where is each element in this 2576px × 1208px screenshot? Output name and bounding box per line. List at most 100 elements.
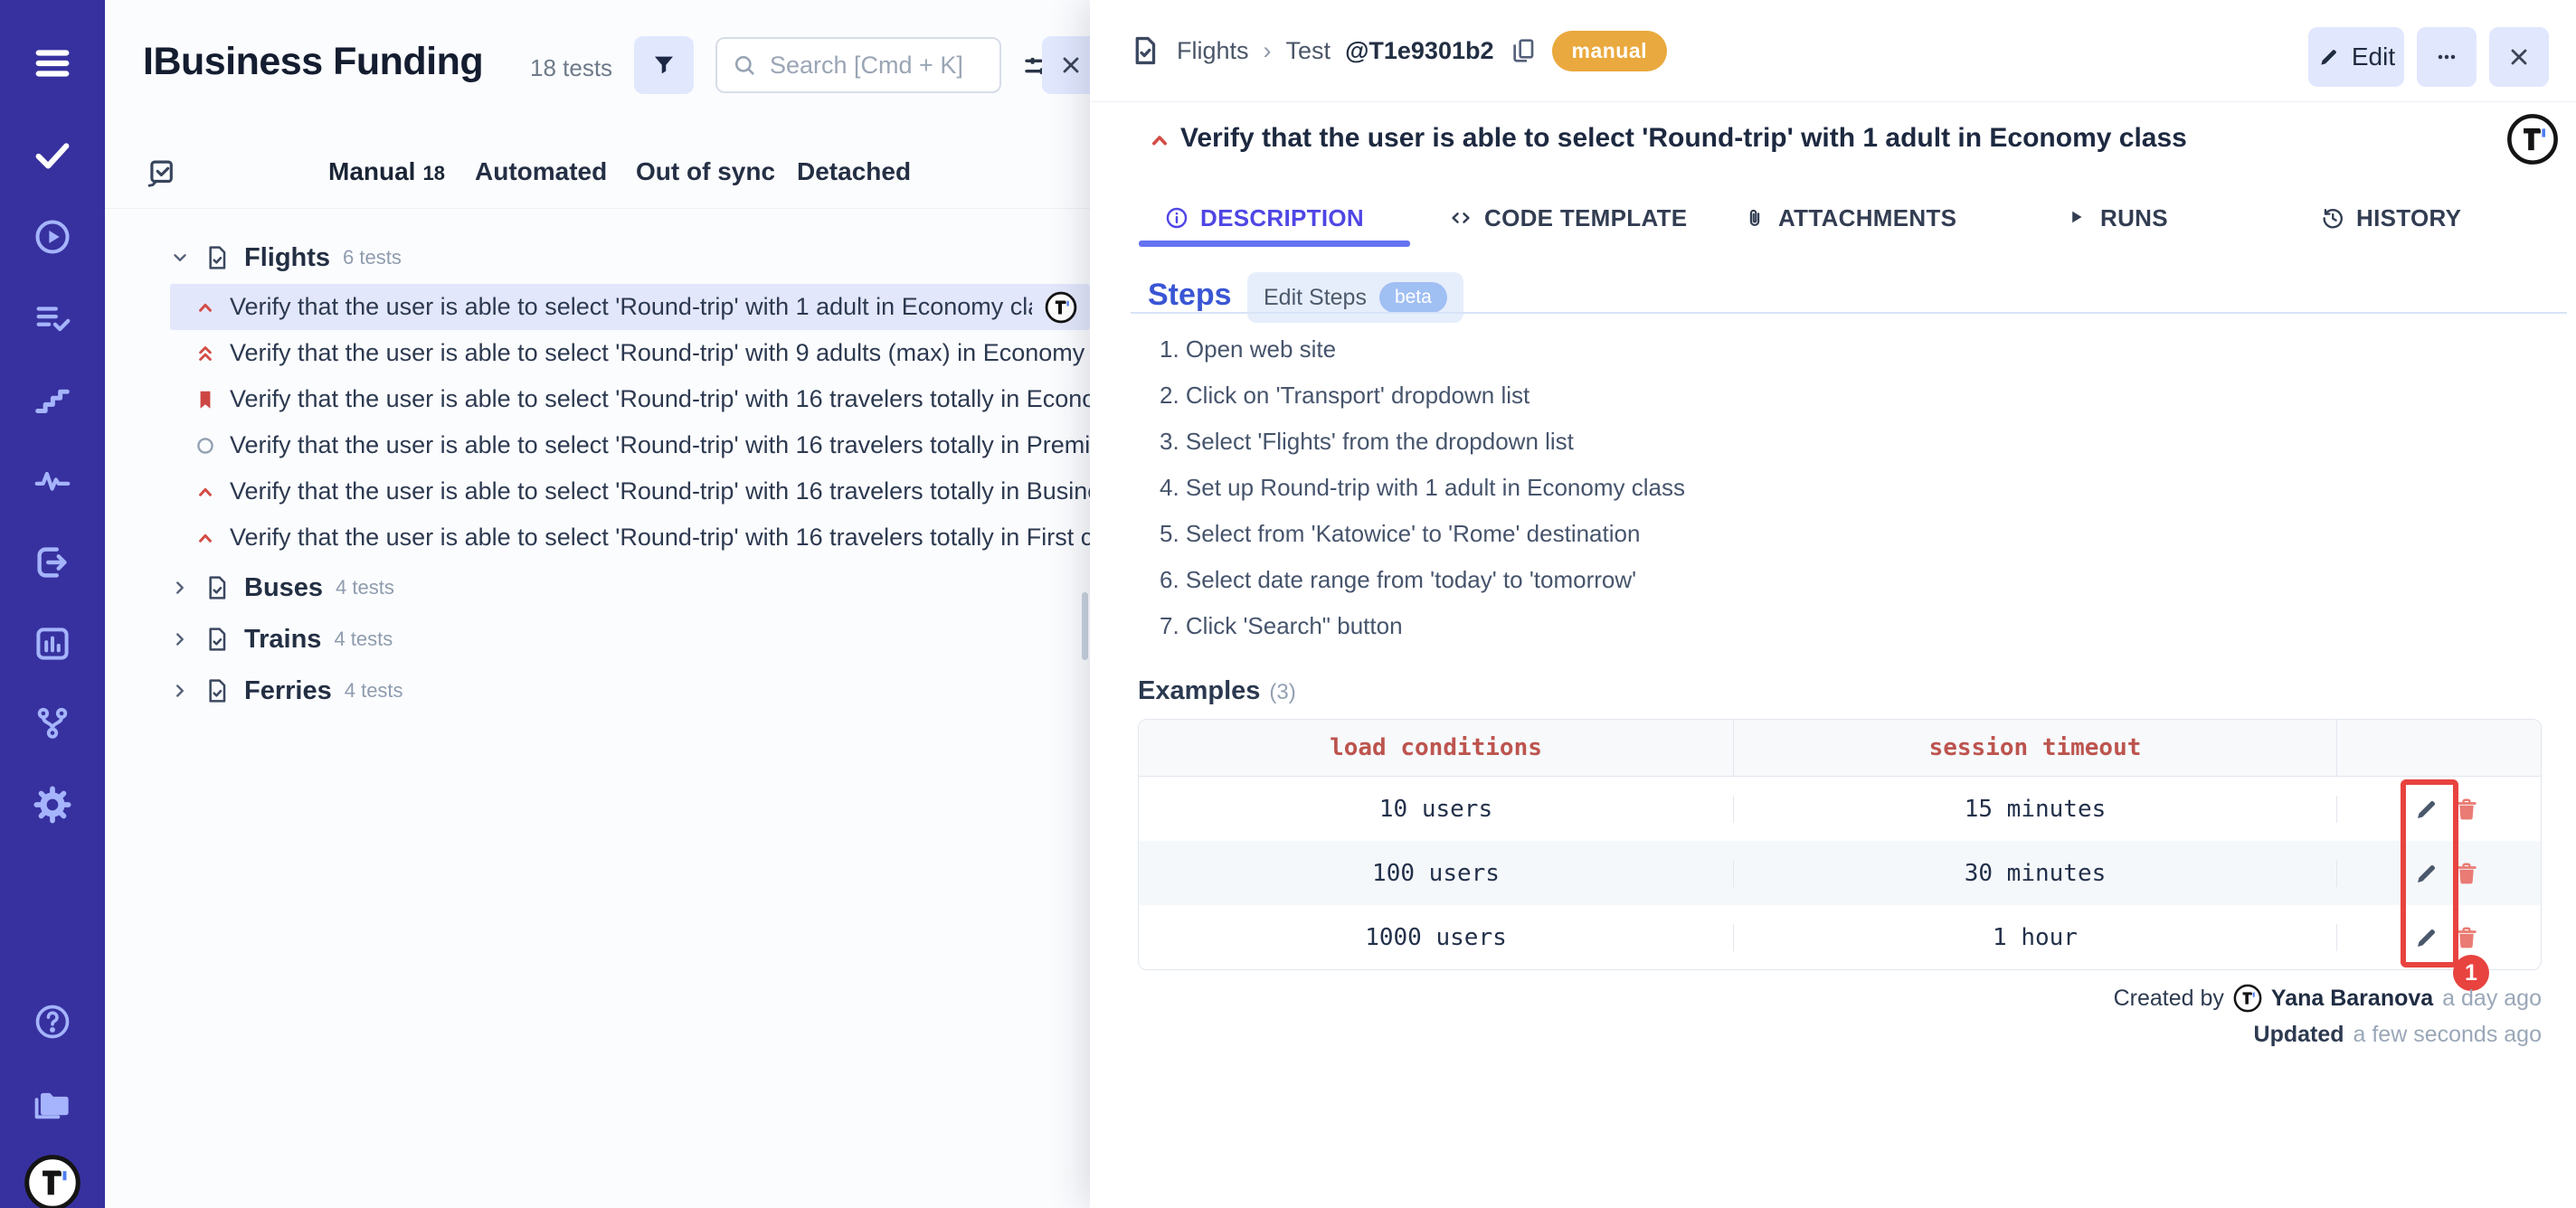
creator-name: Yana Baranova [2271, 986, 2433, 1012]
priority-high-icon [1146, 127, 1173, 154]
table-cell: 1000 users [1139, 924, 1734, 951]
sidebar-item-branches[interactable] [0, 683, 105, 764]
folder-row-flights[interactable]: Flights 6 tests [170, 234, 402, 281]
checklist-icon [32, 297, 73, 339]
tab-label: HISTORY [2356, 204, 2461, 232]
folder-label: Ferries [244, 676, 332, 706]
paperclip-icon [1742, 205, 1767, 231]
edit-row-icon[interactable] [2413, 860, 2440, 887]
sidebar-item-milestones[interactable] [0, 359, 105, 440]
tab-detached[interactable]: Detached [797, 157, 911, 192]
delete-row-icon[interactable] [2453, 860, 2480, 887]
test-row[interactable]: Verify that the user is able to select '… [170, 284, 1090, 330]
test-row[interactable]: Verify that the user is able to select '… [170, 376, 1090, 422]
sidebar-item-reports[interactable] [0, 603, 105, 684]
folder-count: 4 tests [334, 628, 393, 651]
sidebar-item-runs[interactable] [0, 196, 105, 278]
sidebar-item-plans[interactable] [0, 278, 105, 359]
sidebar-item-import[interactable] [0, 522, 105, 603]
table-row: 1000 users 1 hour [1139, 905, 2541, 969]
chevron-down-icon [170, 248, 190, 268]
tab-runs[interactable]: RUNS [2064, 203, 2168, 233]
test-row[interactable]: Verify that the user is able to select '… [170, 514, 1090, 561]
tab-history[interactable]: HISTORY [2320, 203, 2461, 233]
updated-row: Updated a few seconds ago [1728, 1018, 2542, 1051]
sidebar-item-settings[interactable] [0, 764, 105, 845]
edit-steps-button[interactable]: Edit Steps beta [1247, 272, 1463, 323]
tests-list: Verify that the user is able to select '… [170, 284, 1090, 561]
menu-button[interactable] [0, 23, 105, 104]
breadcrumb: Flights › Test @T1e9301b2 manual [1128, 0, 1667, 101]
folder-row-ferries[interactable]: Ferries 4 tests [170, 667, 403, 714]
tab-label: Detached [797, 157, 911, 186]
test-title: Verify that the user is able to select '… [230, 477, 1090, 505]
test-row[interactable]: Verify that the user is able to select '… [170, 422, 1090, 468]
sidebar-item-help[interactable] [0, 981, 105, 1062]
status-badge: manual [1552, 31, 1668, 71]
tab-description[interactable]: DESCRIPTION [1164, 203, 1364, 233]
table-row: 100 users 30 minutes [1139, 841, 2541, 905]
tab-automated[interactable]: Automated [475, 157, 607, 192]
close-icon [2506, 44, 2532, 70]
suite-panel: IBusiness Funding 18 tests Manual 18 Aut… [105, 0, 1090, 1208]
test-title: Verify that the user is able to select '… [230, 431, 1090, 459]
tab-label: Automated [475, 157, 607, 186]
examples-table-header: load conditions session timeout [1139, 720, 2541, 777]
sidebar-item-tests[interactable] [0, 115, 105, 196]
folder-label: Buses [244, 573, 323, 603]
examples-heading-label: Examples [1138, 676, 1260, 706]
created-label: Created by [2114, 986, 2224, 1012]
sign-in-icon [32, 542, 73, 583]
select-all-icon[interactable] [145, 156, 179, 190]
step-item: 3. Select 'Flights' from the dropdown li… [1160, 419, 2426, 465]
test-id: @T1e9301b2 [1345, 37, 1493, 65]
copy-icon[interactable] [1509, 36, 1538, 65]
tests-count: 18 tests [530, 54, 612, 82]
table-row: 10 users 15 minutes [1139, 777, 2541, 841]
sidebar-item-pulse[interactable] [0, 440, 105, 522]
test-row[interactable]: Verify that the user is able to select '… [170, 330, 1090, 376]
detail-close-button[interactable] [2489, 27, 2549, 87]
step-item: 5. Select from 'Katowice' to 'Rome' dest… [1160, 511, 2426, 557]
delete-row-icon[interactable] [2453, 796, 2480, 823]
test-title: Verify that the user is able to select '… [230, 385, 1090, 413]
scrollbar-thumb[interactable] [1082, 592, 1088, 660]
examples-count: (3) [1269, 680, 1295, 705]
folder-row-trains[interactable]: Trains 4 tests [170, 616, 393, 663]
folder-icon [32, 1082, 73, 1124]
created-by-row: Created by Yana Baranova a day ago [1728, 982, 2542, 1015]
project-title: IBusiness Funding [143, 40, 483, 84]
breadcrumb-folder[interactable]: Flights [1177, 37, 1249, 65]
doc-check-icon [203, 243, 232, 272]
test-title: Verify that the user is able to select '… [230, 339, 1090, 367]
bar-chart-icon [33, 624, 72, 664]
tab-code-template[interactable]: CODE TEMPLATE [1448, 203, 1687, 233]
more-actions-button[interactable] [2417, 27, 2477, 87]
examples-table: load conditions session timeout 10 users… [1138, 719, 2542, 970]
step-item: 7. Click 'Search" button [1160, 603, 2426, 649]
user-avatar[interactable] [24, 1154, 81, 1208]
edit-button[interactable]: Edit [2308, 27, 2404, 87]
tab-label: Manual [328, 157, 415, 186]
tab-attachments[interactable]: ATTACHMENTS [1742, 203, 1956, 233]
check-icon [32, 135, 73, 176]
tab-manual[interactable]: Manual 18 [328, 157, 445, 192]
filter-button[interactable] [634, 36, 694, 94]
priority-high-icon [194, 526, 217, 550]
folder-row-buses[interactable]: Buses 4 tests [170, 564, 394, 611]
tab-label: RUNS [2100, 204, 2168, 232]
edit-row-icon[interactable] [2413, 796, 2440, 823]
sidebar [0, 0, 105, 1208]
priority-critical-icon [194, 388, 217, 411]
play-icon [2064, 205, 2089, 231]
search-input[interactable] [768, 51, 985, 80]
table-cell: 100 users [1139, 860, 1734, 887]
folder-count: 4 tests [336, 576, 394, 599]
test-row[interactable]: Verify that the user is able to select '… [170, 468, 1090, 514]
delete-row-icon[interactable] [2453, 924, 2480, 951]
priority-higher-icon [194, 342, 217, 365]
sidebar-item-projects[interactable] [0, 1062, 105, 1144]
ellipsis-icon [2433, 43, 2460, 71]
edit-row-icon[interactable] [2413, 924, 2440, 951]
tab-out-of-sync[interactable]: Out of sync [636, 157, 775, 192]
